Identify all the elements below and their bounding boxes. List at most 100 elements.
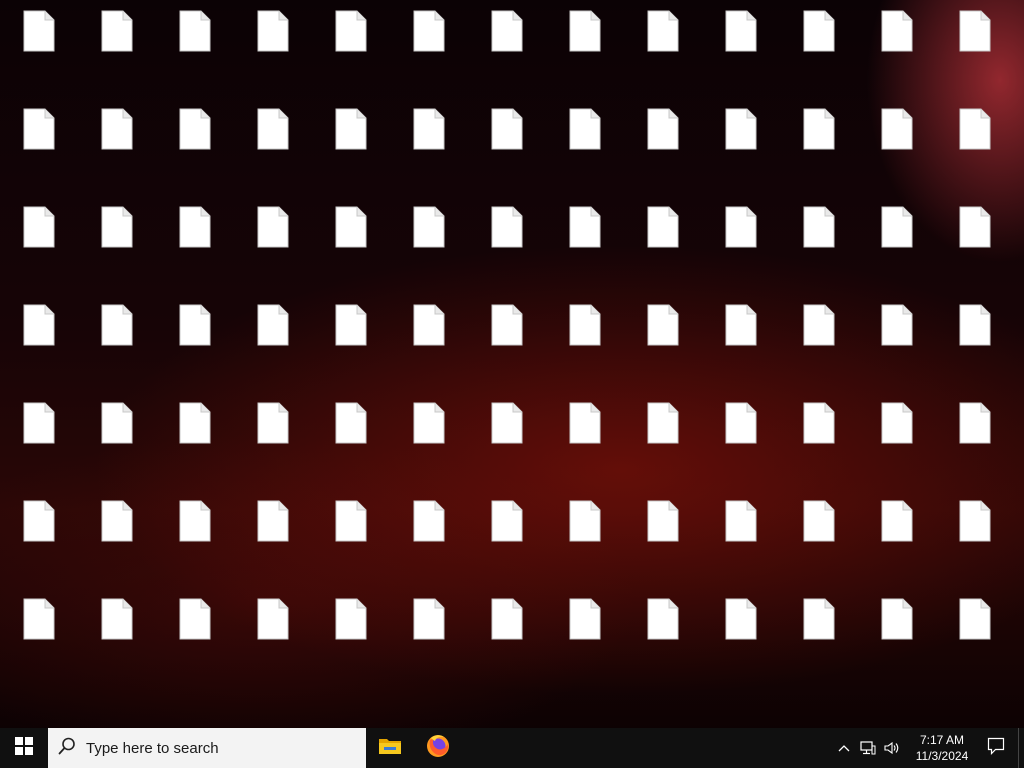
desktop-file-icon[interactable] [468, 592, 546, 690]
desktop-file-icon[interactable] [312, 102, 390, 200]
desktop-file-icon[interactable] [234, 396, 312, 494]
desktop-file-icon[interactable] [858, 396, 936, 494]
desktop-file-icon[interactable] [936, 4, 1014, 102]
desktop-file-icon[interactable] [390, 494, 468, 592]
desktop-file-icon[interactable] [468, 494, 546, 592]
desktop-file-icon[interactable] [390, 200, 468, 298]
desktop-file-icon[interactable] [78, 494, 156, 592]
desktop-file-icon[interactable] [546, 200, 624, 298]
desktop-file-icon[interactable] [624, 396, 702, 494]
desktop-file-icon[interactable] [0, 494, 78, 592]
desktop-file-icon[interactable] [78, 200, 156, 298]
desktop-file-icon[interactable] [936, 396, 1014, 494]
desktop-file-icon[interactable] [234, 298, 312, 396]
desktop-file-icon[interactable] [702, 200, 780, 298]
desktop-file-icon[interactable] [0, 298, 78, 396]
desktop-file-icon[interactable] [312, 200, 390, 298]
desktop-file-icon[interactable] [702, 102, 780, 200]
show-desktop-button[interactable] [1018, 728, 1024, 768]
desktop-file-icon[interactable] [702, 396, 780, 494]
clock[interactable]: 7:17 AM 11/3/2024 [910, 728, 974, 768]
desktop-file-icon[interactable] [780, 494, 858, 592]
desktop-file-icon[interactable] [234, 494, 312, 592]
desktop-file-icon[interactable] [858, 592, 936, 690]
desktop-file-icon[interactable] [546, 102, 624, 200]
desktop-file-icon[interactable] [780, 396, 858, 494]
desktop-file-icon[interactable] [0, 200, 78, 298]
desktop-file-icon[interactable] [0, 396, 78, 494]
desktop-file-icon[interactable] [468, 298, 546, 396]
desktop-file-icon[interactable] [858, 200, 936, 298]
desktop-file-icon[interactable] [702, 4, 780, 102]
desktop-file-icon[interactable] [936, 494, 1014, 592]
desktop-file-icon[interactable] [390, 4, 468, 102]
desktop[interactable] [0, 0, 1024, 728]
desktop-file-icon[interactable] [234, 200, 312, 298]
desktop-file-icon[interactable] [390, 298, 468, 396]
taskbar-app-firefox[interactable] [414, 728, 462, 768]
desktop-file-icon[interactable] [624, 298, 702, 396]
desktop-file-icon[interactable] [624, 592, 702, 690]
desktop-file-icon[interactable] [546, 494, 624, 592]
desktop-file-icon[interactable] [156, 396, 234, 494]
desktop-file-icon[interactable] [936, 298, 1014, 396]
chevron-up-icon[interactable] [832, 728, 856, 768]
start-button[interactable] [0, 728, 48, 768]
desktop-file-icon[interactable] [156, 102, 234, 200]
desktop-file-icon[interactable] [858, 4, 936, 102]
desktop-file-icon[interactable] [156, 592, 234, 690]
desktop-file-icon[interactable] [546, 4, 624, 102]
desktop-file-icon[interactable] [702, 592, 780, 690]
desktop-file-icon[interactable] [936, 592, 1014, 690]
notification-button[interactable] [974, 728, 1018, 768]
desktop-file-icon[interactable] [156, 494, 234, 592]
desktop-file-icon[interactable] [312, 494, 390, 592]
desktop-file-icon[interactable] [78, 4, 156, 102]
desktop-file-icon[interactable] [624, 200, 702, 298]
desktop-file-icon[interactable] [390, 592, 468, 690]
desktop-file-icon[interactable] [312, 396, 390, 494]
desktop-file-icon[interactable] [0, 592, 78, 690]
desktop-file-icon[interactable] [624, 4, 702, 102]
desktop-file-icon[interactable] [702, 494, 780, 592]
desktop-file-icon[interactable] [546, 396, 624, 494]
desktop-file-icon[interactable] [780, 4, 858, 102]
desktop-file-icon[interactable] [858, 102, 936, 200]
desktop-file-icon[interactable] [390, 102, 468, 200]
desktop-file-icon[interactable] [780, 102, 858, 200]
desktop-file-icon[interactable] [780, 592, 858, 690]
desktop-file-icon[interactable] [0, 4, 78, 102]
desktop-file-icon[interactable] [234, 4, 312, 102]
desktop-file-icon[interactable] [702, 298, 780, 396]
desktop-file-icon[interactable] [78, 592, 156, 690]
desktop-file-icon[interactable] [390, 396, 468, 494]
desktop-file-icon[interactable] [78, 298, 156, 396]
desktop-file-icon[interactable] [0, 102, 78, 200]
desktop-file-icon[interactable] [468, 102, 546, 200]
desktop-file-icon[interactable] [468, 396, 546, 494]
desktop-file-icon[interactable] [624, 102, 702, 200]
desktop-file-icon[interactable] [546, 592, 624, 690]
desktop-file-icon[interactable] [546, 298, 624, 396]
desktop-file-icon[interactable] [78, 102, 156, 200]
desktop-file-icon[interactable] [156, 200, 234, 298]
desktop-file-icon[interactable] [780, 200, 858, 298]
desktop-file-icon[interactable] [156, 298, 234, 396]
desktop-file-icon[interactable] [858, 494, 936, 592]
desktop-file-icon[interactable] [936, 102, 1014, 200]
network-icon[interactable] [856, 728, 880, 768]
desktop-file-icon[interactable] [624, 494, 702, 592]
desktop-file-icon[interactable] [234, 592, 312, 690]
desktop-file-icon[interactable] [858, 298, 936, 396]
desktop-file-icon[interactable] [780, 298, 858, 396]
volume-icon[interactable] [880, 728, 904, 768]
desktop-file-icon[interactable] [312, 592, 390, 690]
desktop-file-icon[interactable] [936, 200, 1014, 298]
taskbar-app-file-explorer[interactable] [366, 728, 414, 768]
desktop-file-icon[interactable] [156, 4, 234, 102]
desktop-file-icon[interactable] [312, 4, 390, 102]
desktop-file-icon[interactable] [312, 298, 390, 396]
desktop-file-icon[interactable] [78, 396, 156, 494]
search-input[interactable]: Type here to search [48, 728, 366, 768]
desktop-file-icon[interactable] [468, 200, 546, 298]
